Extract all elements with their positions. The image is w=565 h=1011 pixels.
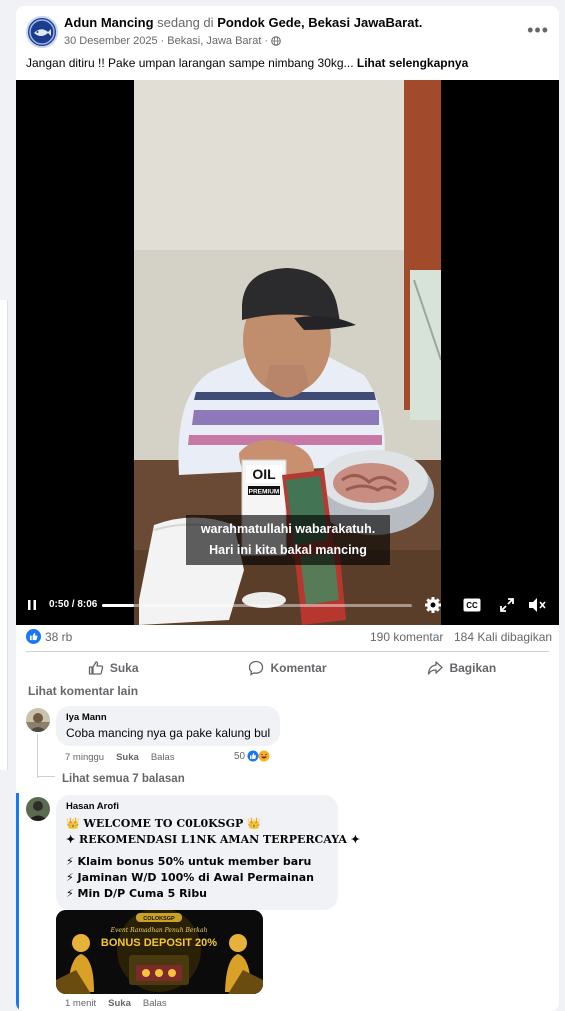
commenter-name[interactable]: Hasan Arofi [66,801,328,812]
comment-reply-button[interactable]: Balas [151,752,175,763]
comment-reaction-count: 50 [234,750,246,762]
reply-thread-line [37,734,38,778]
video-subtitle: warahmatullahi wabarakatuh. Hari ini kit… [186,515,390,565]
thumbs-up-icon [88,660,104,675]
comment-meta: 7 minggu Suka Balas [65,752,175,763]
comment-bubble: Iya Mann Coba mancing nya ga pake kalung… [56,706,281,746]
video-controls: 0:50 / 8:06 CC [16,585,559,625]
page-avatar[interactable] [26,16,58,48]
reply-thread-connector [37,776,55,777]
laugh-reaction-icon [258,750,270,762]
settings-gear-icon[interactable] [424,596,442,614]
commenter-name[interactable]: Iya Mann [66,712,270,723]
left-page-edge [0,300,8,770]
comment-button[interactable]: Komentar [200,652,374,683]
share-count[interactable]: 184 Kali dibagikan [454,630,552,644]
pause-icon[interactable] [26,599,38,611]
comment-reply-button[interactable]: Balas [143,998,167,1009]
post-caption: Jangan ditiru !! Pake umpan larangan sam… [26,56,468,70]
subtitle-line-2: Hari ini kita bakal mancing [209,543,367,557]
comment-count[interactable]: 190 komentar [370,630,443,644]
meta-separator: · [160,35,165,47]
comment-time[interactable]: 1 menit [65,998,96,1009]
like-label: Suka [109,660,139,675]
comment-time[interactable]: 7 minggu [65,752,104,763]
post-header: Adun Mancing sedang di Pondok Gede, Beka… [16,6,559,58]
view-replies-link[interactable]: Lihat semua 7 balasan [62,773,185,785]
comment-bubble: Hasan Arofi 👑 WELCOME TO C0L0KSGP 👑 ✦ RE… [56,795,360,910]
see-more-link[interactable]: Lihat selengkapnya [357,56,468,70]
captions-cc-icon[interactable]: CC [463,598,481,612]
user-photo-icon [26,797,50,821]
promo-script: Event Ramadhan Penuh Berkah [110,927,208,934]
comment-reactions[interactable]: 50 [234,750,270,762]
promo-headline: BONUS DEPOSIT 20% [101,937,217,949]
comment-line: ✦ REKOMENDASI L1NK AMAN TERPERCAYA ✦ [66,833,360,846]
post-actions: Suka Komentar Bagikan [26,651,549,683]
post-author-line: Adun Mancing sedang di Pondok Gede, Beka… [64,15,422,30]
promo-brand: COLOKSGP [143,916,175,922]
comment-line: 👑 WELCOME TO C0L0KSGP 👑 [66,817,261,830]
post-date[interactable]: 30 Desember 2025 [64,35,158,47]
author-name[interactable]: Adun Mancing [64,15,154,30]
post-stats: 38 rb 190 komentar 184 Kali dibagikan [16,627,559,649]
comment-label: Komentar [270,660,327,675]
caption-text: Jangan ditiru !! Pake umpan larangan sam… [26,56,354,70]
oil-sublabel: PREMIUM [249,489,280,496]
volume-muted-icon[interactable] [528,597,546,613]
share-label: Bagikan [449,660,497,675]
comment-highlight-bar [16,793,19,1011]
fullscreen-icon[interactable] [499,597,515,613]
comment-line: ⚡ Jaminan W/D 100% di Awal Permainan [66,871,314,884]
activity-text: sedang di [157,15,214,30]
commenter-avatar[interactable] [26,797,50,821]
svg-text:CC: CC [466,601,478,610]
share-arrow-icon [428,660,444,675]
promo-banner-image: COLOKSGP Event Ramadhan Penuh Berkah BON… [56,910,263,994]
globe-icon [271,36,281,46]
comment-like-button[interactable]: Suka [108,998,131,1009]
commenter-avatar[interactable] [26,708,50,732]
share-button[interactable]: Bagikan [375,652,549,683]
oil-label: OIL [252,466,276,482]
post-meta: 30 Desember 2025 · Bekasi, Jawa Barat · [64,35,281,47]
user-photo-icon [26,708,50,732]
comment-line: ⚡ Min D/P Cuma 5 Ribu [66,887,208,900]
video-player[interactable]: OIL PREMIUM warahmatullahi wabarakatuh. … [16,80,559,625]
comment-text: Coba mancing nya ga pake kalung bul [66,726,271,740]
comment-bubble-icon [249,660,264,676]
more-options-icon[interactable]: ••• [527,20,549,41]
comment-like-button[interactable]: Suka [116,752,139,763]
subtitle-line-1: warahmatullahi wabarakatuh. [200,522,376,536]
video-time: 0:50 / 8:06 [49,599,98,610]
fish-logo-icon [29,19,55,45]
comment-line: ⚡ Klaim bonus 50% untuk member baru [66,855,312,868]
like-reaction-icon [26,629,41,644]
comment-meta: 1 menit Suka Balas [65,998,167,1009]
view-more-comments-link[interactable]: Lihat komentar lain [28,684,138,698]
meta-separator: · [264,35,269,47]
video-progress-fill [102,604,134,607]
video-progress-bar[interactable] [102,604,412,607]
place-link[interactable]: Pondok Gede, Bekasi JawaBarat. [217,15,422,30]
post-location: Bekasi, Jawa Barat [167,35,262,47]
reaction-count[interactable]: 38 rb [45,630,72,644]
comment-attachment-image[interactable]: COLOKSGP Event Ramadhan Penuh Berkah BON… [56,910,263,994]
post-card: Adun Mancing sedang di Pondok Gede, Beka… [16,6,559,1011]
like-button[interactable]: Suka [26,652,200,683]
